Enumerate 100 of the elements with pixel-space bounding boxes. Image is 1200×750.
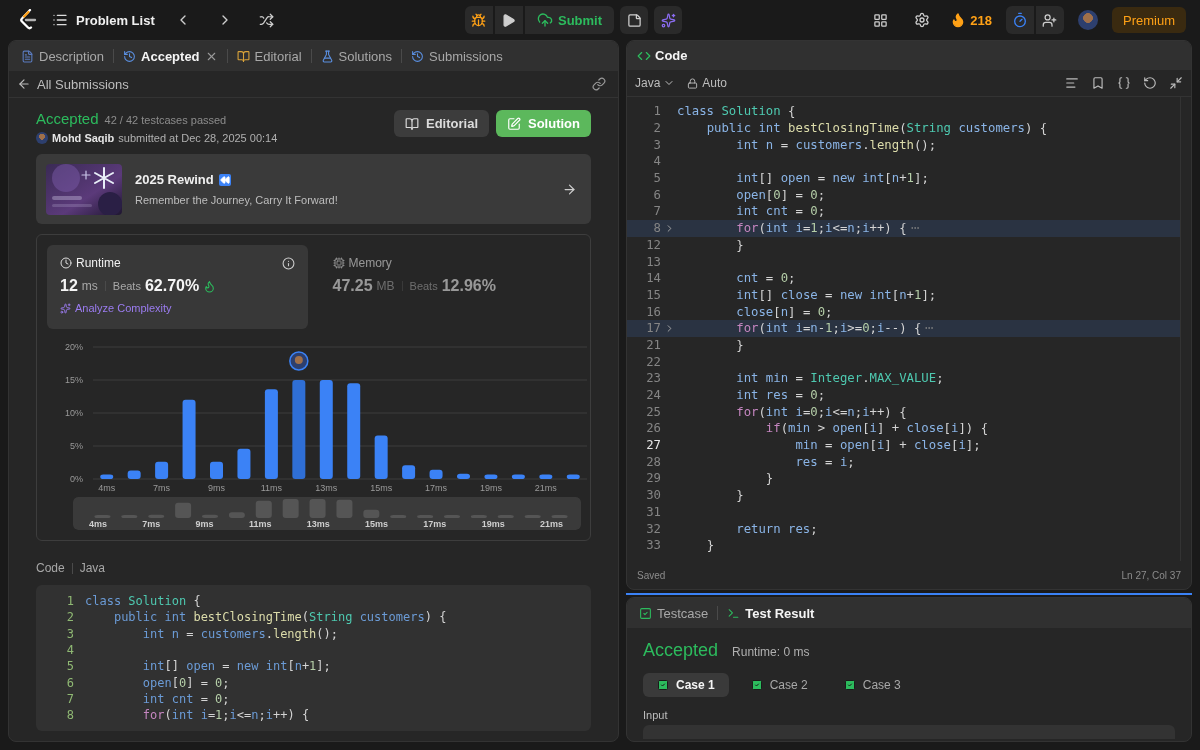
bar[interactable]: [539, 474, 553, 479]
info-icon[interactable]: [281, 256, 295, 270]
code-text: res = i;: [794, 454, 855, 469]
lock-icon: [687, 77, 699, 89]
beats-label: Beats: [112, 280, 141, 292]
bar[interactable]: [100, 474, 114, 479]
tab[interactable]: Testcase: [637, 605, 711, 621]
link-icon[interactable]: [592, 77, 606, 91]
language-dropdown[interactable]: Java: [635, 76, 676, 90]
line-number: 25: [645, 404, 661, 419]
case-tab[interactable]: Case 1: [643, 673, 729, 697]
braces-icon[interactable]: [1117, 76, 1131, 90]
axis-label: 11ms: [248, 519, 272, 529]
editorial-button[interactable]: Editorial: [394, 110, 489, 137]
reset-icon[interactable]: [1143, 76, 1157, 90]
arrow-right-icon[interactable]: [562, 181, 577, 197]
sparkle-icon: [660, 12, 676, 28]
stat-card[interactable]: Runtime 12 ms Beats 62.70% Analyze Complexity: [47, 245, 308, 329]
debug-button[interactable]: [465, 6, 493, 34]
testcases-text: 42 / 42 testcases passed: [104, 114, 227, 126]
all-submissions-link[interactable]: All Submissions: [37, 76, 129, 92]
format-icon[interactable]: [1065, 76, 1079, 90]
note-button[interactable]: [620, 6, 649, 34]
bug-icon: [471, 12, 487, 28]
code-text: for(int i=n-1;i>=0;i--) {: [735, 321, 922, 336]
line-number: 2: [652, 121, 661, 136]
flame-icon: [203, 279, 217, 293]
avatar[interactable]: [1078, 10, 1098, 30]
axis-label: 4ms: [98, 483, 116, 493]
logo-icon[interactable]: [18, 9, 38, 31]
grid-icon: [872, 12, 888, 28]
tab[interactable]: Description: [19, 48, 107, 64]
stat-card[interactable]: Memory 47.25 MB Beats 12.96%: [319, 245, 580, 329]
tab[interactable]: Solutions: [318, 48, 394, 64]
problem-list-link[interactable]: Problem List: [76, 12, 155, 28]
streak-count[interactable]: 218: [970, 12, 992, 28]
bar[interactable]: [402, 465, 416, 479]
tab[interactable]: Submissions: [409, 48, 505, 64]
code-text: cnt = 0;: [735, 271, 796, 286]
clock-icon: [60, 257, 72, 269]
bar[interactable]: [210, 461, 223, 479]
line-number: 14: [645, 271, 661, 286]
tab[interactable]: Editorial: [234, 48, 304, 64]
submitted-text: submitted at Dec 28, 2025 00:14: [118, 132, 278, 144]
add-user-button[interactable]: [1036, 6, 1064, 34]
ai-sparkle-button[interactable]: [654, 6, 683, 34]
bar[interactable]: [484, 474, 498, 479]
collapse-icon[interactable]: [1169, 76, 1183, 90]
axis-label: 5%: [70, 441, 83, 451]
author-name[interactable]: Mohd Saqib: [52, 132, 115, 144]
note-icon: [626, 12, 642, 28]
bar[interactable]: [237, 448, 251, 479]
bar[interactable]: [457, 473, 470, 479]
rewind-banner[interactable]: 2025 Rewind Remember the Journey, Carry It Forward!: [36, 154, 591, 224]
line-number: 12: [645, 237, 661, 252]
avatar-marker: [289, 351, 309, 371]
list-icon[interactable]: [52, 12, 68, 28]
bar[interactable]: [264, 389, 278, 479]
bar[interactable]: [292, 380, 306, 479]
submit-button[interactable]: Submit: [525, 6, 615, 34]
line-number: 26: [645, 421, 661, 436]
line-number: 23: [645, 371, 661, 386]
analyze-complexity-link[interactable]: Analyze Complexity: [75, 302, 172, 314]
bar[interactable]: [319, 380, 333, 479]
range-slider[interactable]: 4ms 7ms 9ms 11ms 13ms 15ms 17ms 19ms 21ms: [73, 497, 581, 530]
line-number: 5: [65, 659, 74, 674]
line-number: 24: [645, 388, 661, 403]
bar[interactable]: [566, 474, 580, 479]
tab[interactable]: Accepted: [121, 48, 220, 64]
code-text: int res = 0;: [735, 388, 826, 403]
bar[interactable]: [374, 435, 388, 479]
check-icon: [750, 679, 763, 691]
bar[interactable]: [127, 470, 141, 479]
premium-button[interactable]: Premium: [1112, 7, 1186, 33]
code-text: public int bestClosingTime(String customers) {: [705, 121, 1048, 136]
document-icon: [21, 49, 34, 63]
line-number: 21: [645, 337, 661, 352]
play-icon: [501, 12, 517, 28]
case-tab[interactable]: Case 2: [736, 673, 822, 697]
line-number: 29: [645, 471, 661, 486]
bar[interactable]: [155, 461, 169, 479]
bar[interactable]: [182, 399, 196, 479]
bar[interactable]: [511, 474, 525, 479]
runtime-text: Runtime: 0 ms: [732, 645, 810, 659]
shuffle-icon: [259, 12, 275, 28]
bookmark-icon[interactable]: [1091, 76, 1105, 90]
bar[interactable]: [429, 469, 443, 479]
code-text: public int bestClosingTime(String customers) {: [112, 610, 447, 625]
chip-icon: [332, 257, 345, 269]
axis-label: 21ms: [534, 483, 557, 493]
line-number: 6: [65, 675, 74, 690]
timer-button[interactable]: [1006, 6, 1034, 34]
tab[interactable]: Test Result: [725, 605, 817, 621]
rewind-icon: [218, 173, 231, 186]
bar[interactable]: [347, 383, 361, 479]
mode-label[interactable]: Auto: [702, 76, 728, 90]
run-button[interactable]: [495, 6, 523, 34]
axis-label: 13ms: [306, 519, 330, 529]
case-tab[interactable]: Case 3: [829, 673, 915, 697]
axis-label: 20%: [65, 342, 83, 352]
